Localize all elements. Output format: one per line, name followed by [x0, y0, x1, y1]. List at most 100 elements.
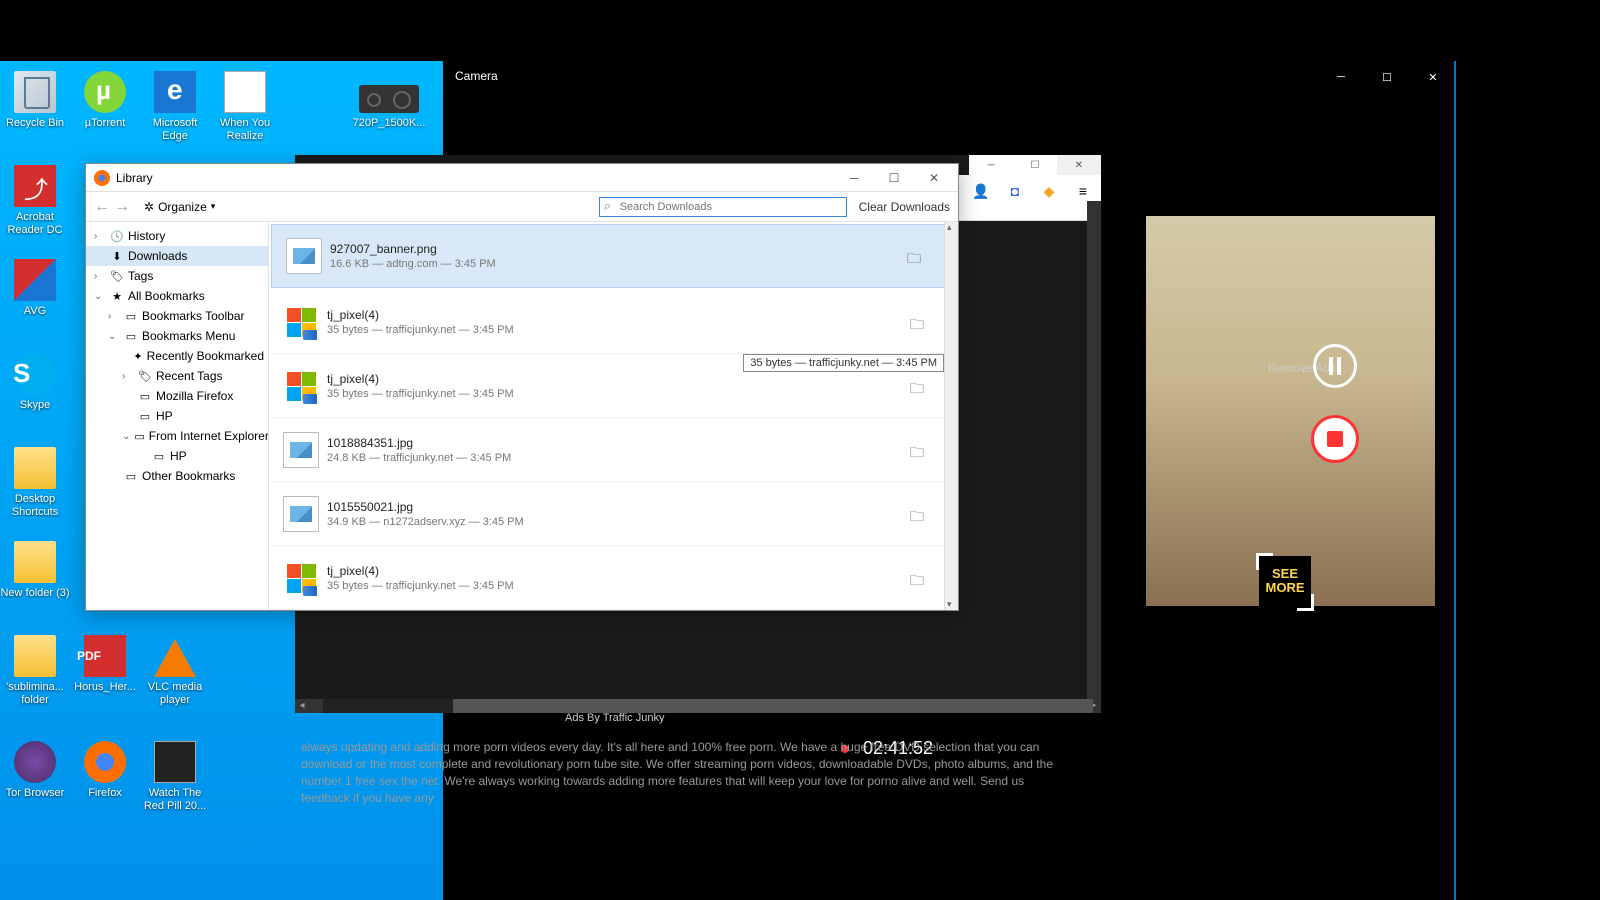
- download-item[interactable]: 1018884351.jpg 24.8 KB — trafficjunky.net…: [269, 418, 958, 482]
- browser-window-controls: ─ ☐ ✕: [969, 155, 1101, 175]
- desktop-icon-newfolder3[interactable]: New folder (3): [0, 541, 70, 600]
- downloads-list: 927007_banner.png16.6 KB — adtng.com — 3…: [269, 222, 958, 610]
- desktop-icon-720p[interactable]: 720P_1500K...: [346, 71, 432, 130]
- tree-item-history[interactable]: ›🕓History: [86, 226, 268, 246]
- download-item[interactable]: tj_pixel(4)35 bytes — trafficjunky.net —…: [269, 290, 958, 354]
- pause-button[interactable]: [1313, 344, 1357, 388]
- browser-minimize[interactable]: ─: [969, 155, 1013, 175]
- tree-item-downloads[interactable]: ⬇Downloads: [86, 246, 268, 266]
- tree-label: Recent Tags: [156, 369, 223, 383]
- tree-type-icon: ✦: [133, 349, 142, 363]
- open-folder-icon[interactable]: 🗀: [910, 378, 930, 394]
- desktop-icon-skype[interactable]: Skype: [0, 353, 70, 412]
- nav-back[interactable]: ←: [94, 198, 110, 216]
- tree-item-hp[interactable]: ▭HP: [86, 406, 268, 426]
- desktop-icon-avg[interactable]: AVG: [0, 259, 70, 318]
- desktop-icon-tor[interactable]: Tor Browser: [0, 741, 70, 800]
- close-button[interactable]: ✕: [1410, 61, 1456, 93]
- tree-label: Bookmarks Menu: [142, 329, 235, 343]
- browser-close[interactable]: ✕: [1057, 155, 1101, 175]
- tree-type-icon: 🏷: [138, 369, 152, 383]
- tree-item-hp[interactable]: ▭HP: [86, 446, 268, 466]
- minimize-button[interactable]: ─: [1318, 61, 1364, 93]
- desktop-icon-vlc[interactable]: VLC media player: [140, 635, 210, 707]
- open-folder-icon[interactable]: 🗀: [910, 506, 930, 522]
- tree-item-other-bookmarks[interactable]: ▭Other Bookmarks: [86, 466, 268, 486]
- hscroll-thumb[interactable]: [453, 699, 1093, 713]
- tree-type-icon: ▭: [134, 429, 144, 443]
- maximize-button[interactable]: ☐: [1364, 61, 1410, 93]
- page-body-text: always updating and adding more porn vid…: [295, 733, 1079, 813]
- tree-item-bookmarks-menu[interactable]: ⌄▭Bookmarks Menu: [86, 326, 268, 346]
- open-folder-icon[interactable]: 🗀: [910, 314, 930, 330]
- desktop-icon-edge[interactable]: Microsoft Edge: [140, 71, 210, 143]
- browser-maximize[interactable]: ☐: [1013, 155, 1057, 175]
- tree-item-mozilla-firefox[interactable]: ▭Mozilla Firefox: [86, 386, 268, 406]
- exe-file-icon: [283, 304, 319, 340]
- download-meta: 35 bytes — trafficjunky.net — 3:45 PM: [327, 388, 910, 400]
- download-item[interactable]: 1015550021.jpg34.9 KB — n1272adserv.xyz …: [269, 482, 958, 546]
- clear-downloads-link[interactable]: Clear Downloads: [859, 200, 950, 214]
- tree-label: Recently Bookmarked: [147, 349, 264, 363]
- desktop-icon-recycle-bin[interactable]: Recycle Bin: [0, 71, 70, 130]
- image-file-icon: [286, 238, 322, 274]
- download-item[interactable]: tj_pixel(4)35 bytes — trafficjunky.net —…: [269, 546, 958, 610]
- open-folder-icon[interactable]: 🗀: [910, 442, 930, 458]
- browser-hscroll[interactable]: ◂ ▸: [295, 699, 1101, 713]
- exe-file-icon: [283, 560, 319, 596]
- tree-item-recently-bookmarked[interactable]: ✦ Recently Bookmarked: [86, 346, 268, 366]
- desktop-icon-utorrent[interactable]: µTorrent: [70, 71, 140, 130]
- tree-type-icon: ▭: [152, 449, 166, 463]
- extension-icon[interactable]: ◘: [1005, 181, 1025, 201]
- stop-record-button[interactable]: [1311, 415, 1359, 463]
- firefox-icon: [94, 170, 110, 186]
- tree-item-tags[interactable]: ›🏷Tags: [86, 266, 268, 286]
- see-more-overlay[interactable]: SEEMORE: [1259, 556, 1311, 608]
- image-file-icon: [283, 432, 319, 468]
- lib-close[interactable]: ✕: [924, 171, 944, 185]
- desktop-icon-whenyou[interactable]: When You Realize: [210, 71, 280, 143]
- tree-item-all-bookmarks[interactable]: ⌄★All Bookmarks: [86, 286, 268, 306]
- library-sidebar: ›🕓History⬇Downloads›🏷Tags⌄★All Bookmarks…: [86, 222, 269, 610]
- tree-item-from-internet-explorer[interactable]: ⌄ ▭ From Internet Explorer: [86, 426, 268, 446]
- tree-arrow-icon: ⌄: [122, 431, 130, 442]
- tree-type-icon: ▭: [124, 469, 138, 483]
- open-folder-icon[interactable]: 🗀: [910, 570, 930, 586]
- download-meta: 24.8 KB — trafficjunky.net — 3:45 PM: [327, 452, 910, 464]
- download-name: tj_pixel(4): [327, 564, 910, 578]
- tree-label: History: [128, 229, 165, 243]
- open-folder-icon[interactable]: 🗀: [907, 248, 927, 264]
- lib-minimize[interactable]: ─: [844, 171, 864, 185]
- scroll-left[interactable]: ◂: [295, 699, 309, 713]
- search-downloads-input[interactable]: [599, 197, 847, 217]
- note-icon[interactable]: ◆: [1039, 181, 1059, 201]
- tree-item-bookmarks-toolbar[interactable]: ›▭Bookmarks Toolbar: [86, 306, 268, 326]
- account-icon[interactable]: 👤: [971, 181, 991, 201]
- tree-label: From Internet Explorer: [149, 429, 269, 443]
- lib-vscroll[interactable]: [944, 222, 958, 610]
- camera-titlebar[interactable]: Camera ─ ☐ ✕: [443, 61, 1456, 93]
- desktop-icon-shortcuts[interactable]: Desktop Shortcuts: [0, 447, 70, 519]
- desktop-icon-subliminal[interactable]: 'sublimina... folder: [0, 635, 70, 707]
- download-item[interactable]: 927007_banner.png16.6 KB — adtng.com — 3…: [271, 224, 956, 288]
- download-meta: 34.9 KB — n1272adserv.xyz — 3:45 PM: [327, 516, 910, 528]
- camera-preview: [1146, 216, 1435, 606]
- desktop-icon-firefox[interactable]: Firefox: [70, 741, 140, 800]
- tree-label: Bookmarks Toolbar: [142, 309, 245, 323]
- ads-by-label: Ads By Traffic Junky: [565, 712, 664, 724]
- nav-forward[interactable]: →: [114, 198, 130, 216]
- desktop-icon-horus[interactable]: Horus_Her...: [70, 635, 140, 694]
- tree-type-icon: ★: [110, 289, 124, 303]
- desktop-icon-redpill[interactable]: Watch The Red Pill 20...: [140, 741, 210, 813]
- browser-vscroll[interactable]: [1087, 201, 1101, 699]
- menu-icon[interactable]: ≡: [1073, 181, 1093, 201]
- tree-item-recent-tags[interactable]: ›🏷Recent Tags: [86, 366, 268, 386]
- library-titlebar[interactable]: Library ─ ☐ ✕: [86, 164, 958, 192]
- download-name: 927007_banner.png: [330, 242, 907, 256]
- lib-maximize[interactable]: ☐: [884, 171, 904, 185]
- desktop-icon-acrobat[interactable]: Acrobat Reader DC: [0, 165, 70, 237]
- image-file-icon: [283, 496, 319, 532]
- organize-menu[interactable]: ✲ Organize ▾: [144, 200, 215, 214]
- tree-arrow-icon: ⌄: [108, 331, 120, 342]
- download-name: 1018884351.jpg: [327, 436, 910, 450]
